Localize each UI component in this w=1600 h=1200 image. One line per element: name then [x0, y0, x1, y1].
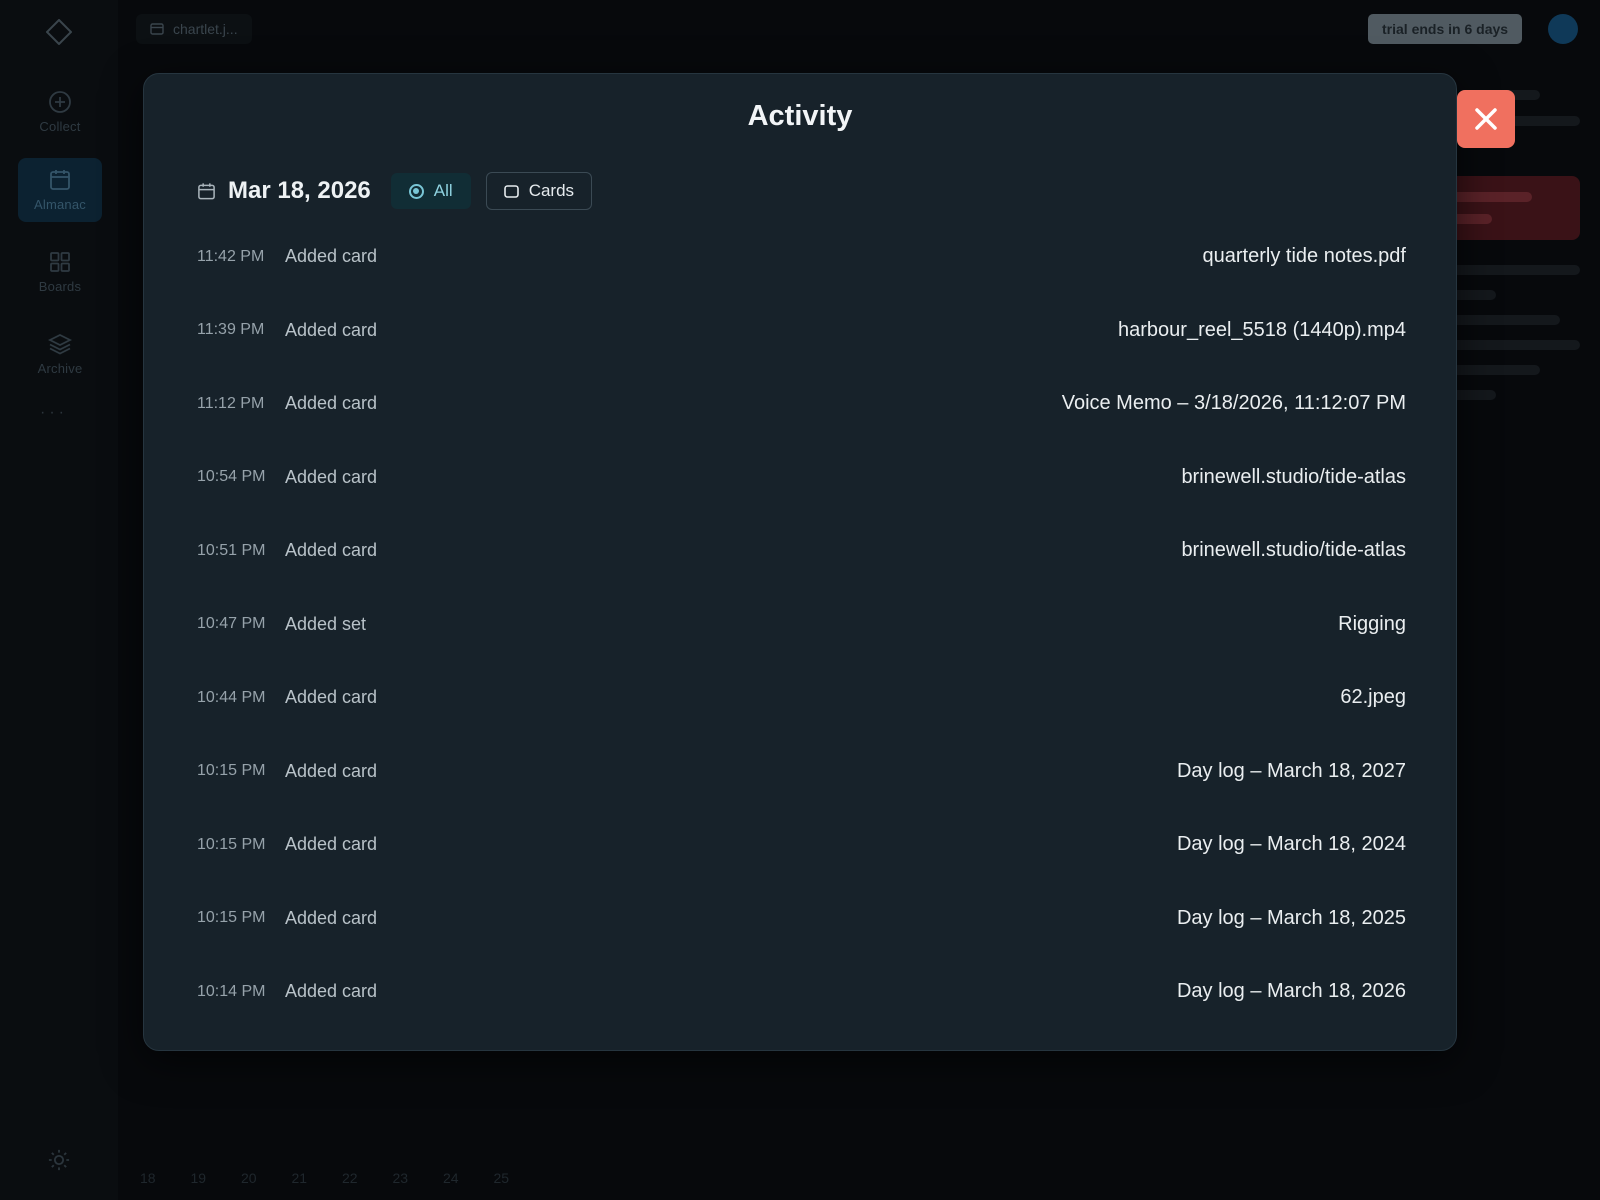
activity-row[interactable]: 11:39 PM Added card harbour_reel_5518 (1… — [197, 294, 1406, 368]
activity-action: Added card — [285, 246, 378, 267]
calendar-day[interactable]: 22 — [342, 1170, 393, 1186]
activity-action: Added card — [285, 981, 378, 1002]
calendar-icon — [50, 170, 70, 190]
activity-action: Added card — [285, 834, 378, 855]
calendar-day[interactable]: 20 — [241, 1170, 292, 1186]
calendar-day[interactable]: 19 — [191, 1170, 242, 1186]
sidebar-item-boards[interactable]: Boards — [18, 240, 102, 304]
layers-icon — [48, 333, 72, 355]
activity-target[interactable]: 62.jpeg — [1340, 686, 1406, 709]
activity-row[interactable]: 11:42 PM Added card quarterly tide notes… — [197, 220, 1406, 294]
activity-time: 10:51 PM — [197, 541, 266, 559]
calendar-day[interactable]: 23 — [393, 1170, 444, 1186]
activity-target[interactable]: harbour_reel_5518 (1440p).mp4 — [1118, 319, 1406, 342]
filter-all-button[interactable]: All — [390, 173, 471, 209]
activity-target[interactable]: Day log – March 18, 2027 — [1177, 760, 1406, 783]
activity-target[interactable]: brinewell.studio/tide-atlas — [1181, 539, 1406, 562]
calendar-day[interactable]: 25 — [494, 1170, 545, 1186]
date-label: Mar 18, 2026 — [228, 177, 371, 204]
sidebar-item-label: Boards — [38, 279, 82, 294]
activity-target[interactable]: Rigging — [1338, 613, 1406, 636]
calendar-icon — [198, 182, 215, 199]
activity-target[interactable]: Day log – March 18, 2026 — [1177, 980, 1406, 1003]
grid-icon — [50, 252, 70, 272]
calendar-day[interactable]: 24 — [443, 1170, 494, 1186]
card-icon — [503, 184, 519, 198]
activity-target[interactable]: brinewell.studio/tide-atlas — [1181, 466, 1406, 489]
file-chip[interactable]: chartlet.j... — [136, 14, 252, 44]
sidebar-item-label: Archive — [37, 361, 83, 376]
activity-list: 11:42 PM Added card quarterly tide notes… — [197, 220, 1406, 1029]
activity-action: Added card — [285, 393, 378, 414]
file-chip-label: chartlet.j... — [173, 21, 238, 37]
filter-cards-button[interactable]: Cards — [485, 172, 593, 210]
filter-all-label: All — [433, 181, 453, 200]
activity-time: 10:44 PM — [197, 688, 266, 706]
activity-time: 10:15 PM — [197, 835, 266, 853]
activity-row[interactable]: 10:15 PM Added card Day log – March 18, … — [197, 735, 1406, 809]
avatar[interactable] — [1548, 14, 1578, 44]
activity-row[interactable]: 10:15 PM Added card Day log – March 18, … — [197, 808, 1406, 882]
sidebar-item-archive[interactable]: Archive — [18, 322, 102, 386]
activity-row[interactable]: 10:51 PM Added card brinewell.studio/tid… — [197, 514, 1406, 588]
plus-circle-icon — [49, 91, 71, 113]
activity-target[interactable]: Day log – March 18, 2025 — [1177, 907, 1406, 930]
sidebar-item-label: Almanac — [34, 197, 86, 212]
activity-target[interactable]: quarterly tide notes.pdf — [1203, 245, 1406, 268]
background-placeholder — [1450, 365, 1540, 375]
more-icon[interactable]: ··· — [40, 404, 68, 422]
activity-action: Added card — [285, 540, 378, 561]
sidebar: Collect Almanac Boards Archive ··· — [0, 0, 118, 1200]
activity-time: 11:39 PM — [197, 321, 265, 339]
trial-badge[interactable]: trial ends in 6 days — [1368, 14, 1523, 44]
calendar-day[interactable]: 18 — [140, 1170, 191, 1186]
close-icon — [1475, 108, 1497, 130]
activity-time: 11:42 PM — [197, 247, 265, 265]
background-card — [1440, 176, 1580, 240]
radio-selected-icon — [408, 183, 424, 199]
activity-row[interactable]: 10:14 PM Added card Day log – March 18, … — [197, 955, 1406, 1029]
calendar-day[interactable]: 21 — [292, 1170, 343, 1186]
activity-time: 10:47 PM — [197, 615, 266, 633]
calendar-day-strip: 18 19 20 21 22 23 24 25 — [140, 1170, 544, 1186]
background-placeholder — [1450, 192, 1532, 202]
activity-target[interactable]: Voice Memo – 3/18/2026, 11:12:07 PM — [1062, 392, 1406, 415]
activity-time: 10:14 PM — [197, 982, 266, 1000]
close-button[interactable] — [1457, 90, 1515, 148]
activity-action: Added card — [285, 466, 378, 487]
activity-action: Added card — [285, 687, 378, 708]
activity-time: 10:15 PM — [197, 762, 266, 780]
date-selector[interactable]: Mar 18, 2026 — [197, 177, 371, 205]
background-placeholder — [1450, 265, 1580, 275]
filter-row: Mar 18, 2026 All Cards — [197, 172, 593, 210]
modal-title: Activity — [747, 100, 853, 132]
activity-row[interactable]: 10:15 PM Added card Day log – March 18, … — [197, 882, 1406, 956]
file-icon — [150, 23, 164, 35]
sidebar-item-almanac[interactable]: Almanac — [18, 158, 102, 222]
activity-action: Added card — [285, 319, 378, 340]
activity-time: 10:54 PM — [197, 468, 266, 486]
activity-row[interactable]: 10:44 PM Added card 62.jpeg — [197, 661, 1406, 735]
activity-action: Added card — [285, 907, 378, 928]
activity-modal: Activity Mar 18, 2026 All Cards 11:42 PM… — [143, 73, 1457, 1051]
filter-cards-label: Cards — [528, 181, 575, 200]
activity-time: 10:15 PM — [197, 909, 266, 927]
activity-target[interactable]: Day log – March 18, 2024 — [1177, 833, 1406, 856]
sun-icon[interactable] — [48, 1149, 70, 1171]
activity-time: 11:12 PM — [197, 394, 265, 412]
activity-action: Added set — [285, 613, 367, 634]
activity-row[interactable]: 10:47 PM Added set Rigging — [197, 588, 1406, 662]
activity-action: Added card — [285, 760, 378, 781]
logo-diamond-icon[interactable] — [46, 19, 72, 45]
background-placeholder — [1450, 340, 1580, 350]
activity-row[interactable]: 11:12 PM Added card Voice Memo – 3/18/20… — [197, 367, 1406, 441]
background-placeholder — [1450, 315, 1560, 325]
sidebar-item-label: Collect — [39, 119, 81, 134]
activity-row[interactable]: 10:54 PM Added card brinewell.studio/tid… — [197, 441, 1406, 515]
sidebar-item-collect[interactable]: Collect — [18, 80, 102, 144]
